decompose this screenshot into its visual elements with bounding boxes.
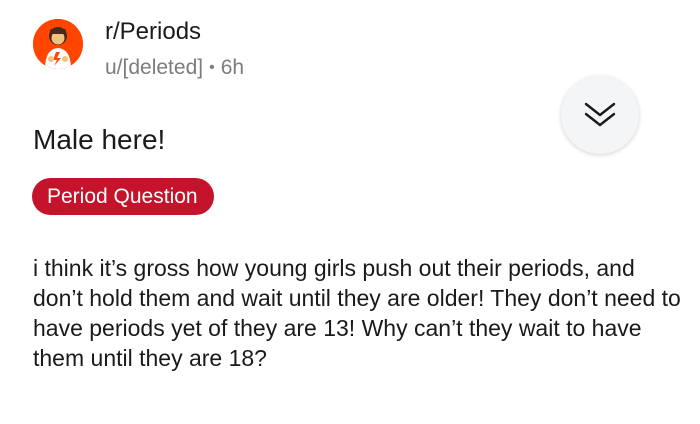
double-chevron-down-icon (584, 102, 616, 127)
collapse-button[interactable] (561, 76, 639, 154)
post-body-text: i think it’s gross how young girls push … (33, 255, 681, 371)
meta-separator: • (209, 59, 215, 76)
post-title[interactable]: Male here! (33, 122, 165, 158)
post-flair-badge[interactable]: Period Question (32, 178, 214, 215)
subreddit-name-link[interactable]: r/Periods (105, 17, 201, 47)
subreddit-avatar-icon[interactable] (33, 19, 83, 69)
post-meta: u/[deleted] • 6h (105, 55, 244, 83)
author-link[interactable]: u/[deleted] (105, 56, 203, 79)
post-age: 6h (220, 56, 245, 79)
